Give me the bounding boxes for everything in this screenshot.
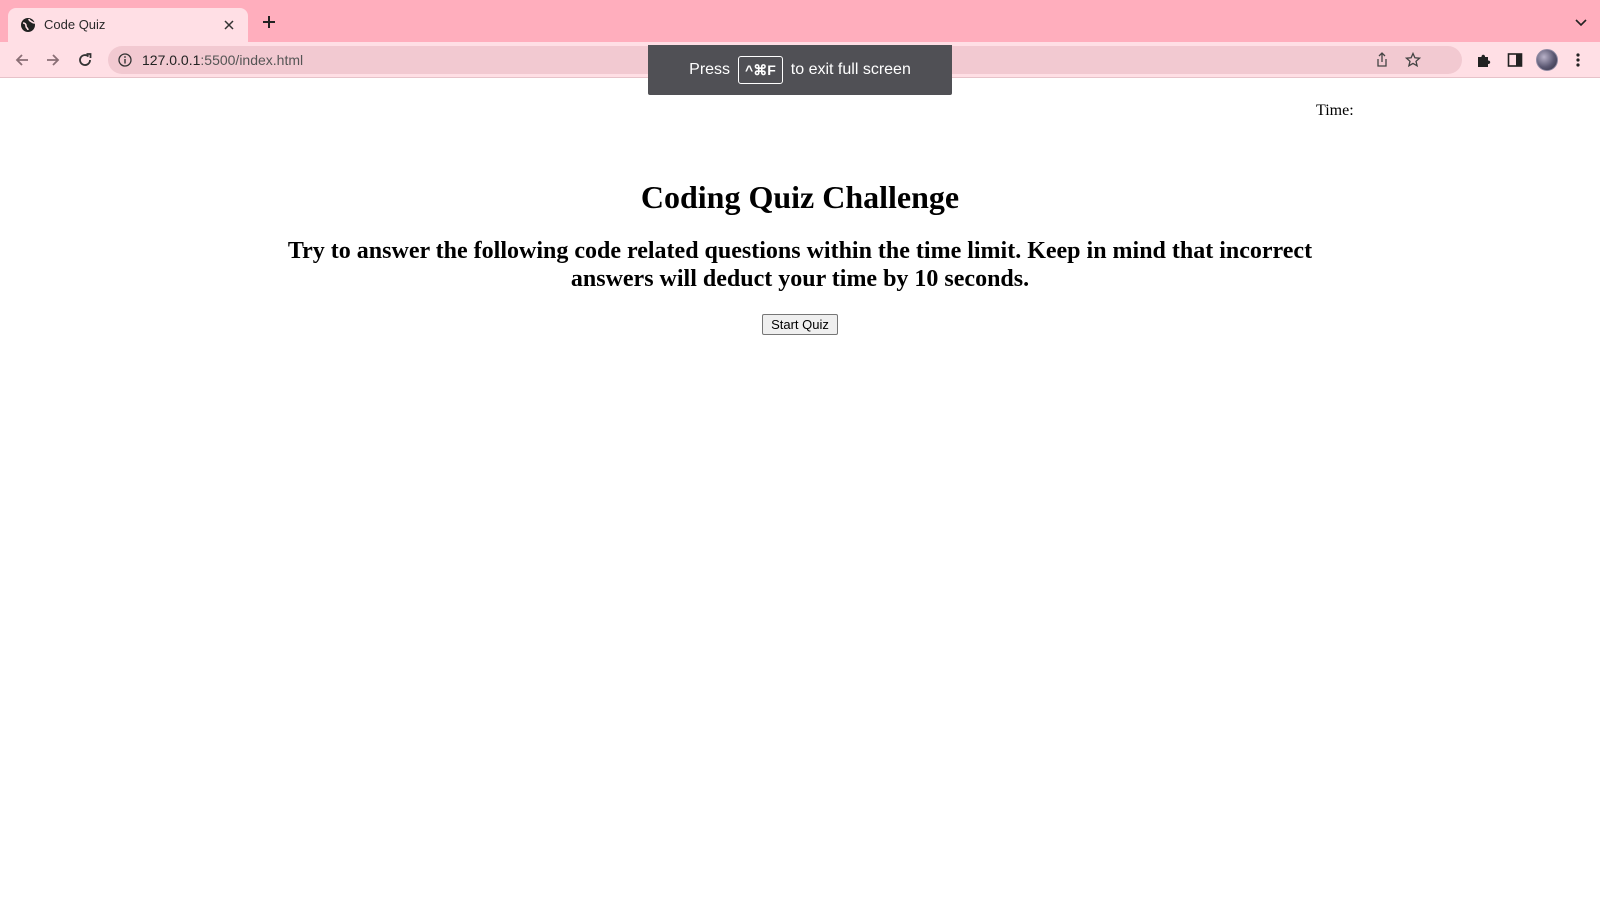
page-content: Time: Coding Quiz Challenge Try to answe… [0,79,1600,900]
page-title: Coding Quiz Challenge [640,179,960,215]
quiz-description: Try to answer the following code related… [287,238,1313,292]
more-menu-icon[interactable] [1569,51,1587,69]
tab-title: Code Quiz [44,17,106,32]
tab-code-quiz[interactable]: Code Quiz [8,8,248,42]
close-icon[interactable] [220,16,238,34]
info-icon[interactable] [118,53,132,67]
tab-strip: Code Quiz [0,0,1600,42]
toast-text-before: Press [689,61,731,78]
new-tab-icon[interactable] [260,13,278,31]
share-icon[interactable] [1374,52,1390,68]
globe-icon [20,17,36,33]
url-host: 127.0.0.1 [142,52,201,68]
profile-avatar[interactable] [1536,49,1558,71]
timer-label: Time: [1316,102,1354,119]
reload-icon[interactable] [75,50,95,70]
url-text: 127.0.0.1:5500/index.html [142,52,303,68]
url-path: :5500/index.html [200,52,304,68]
forward-arrow-icon[interactable] [43,50,63,70]
chevron-down-icon[interactable] [1574,15,1588,29]
extensions-puzzle-icon[interactable] [1475,51,1493,69]
start-quiz-button[interactable]: Start Quiz [762,314,838,335]
side-panel-icon[interactable] [1506,51,1524,69]
bookmark-star-icon[interactable] [1404,51,1422,68]
back-arrow-icon[interactable] [12,50,32,70]
toast-text-after: to exit full screen [790,61,911,78]
